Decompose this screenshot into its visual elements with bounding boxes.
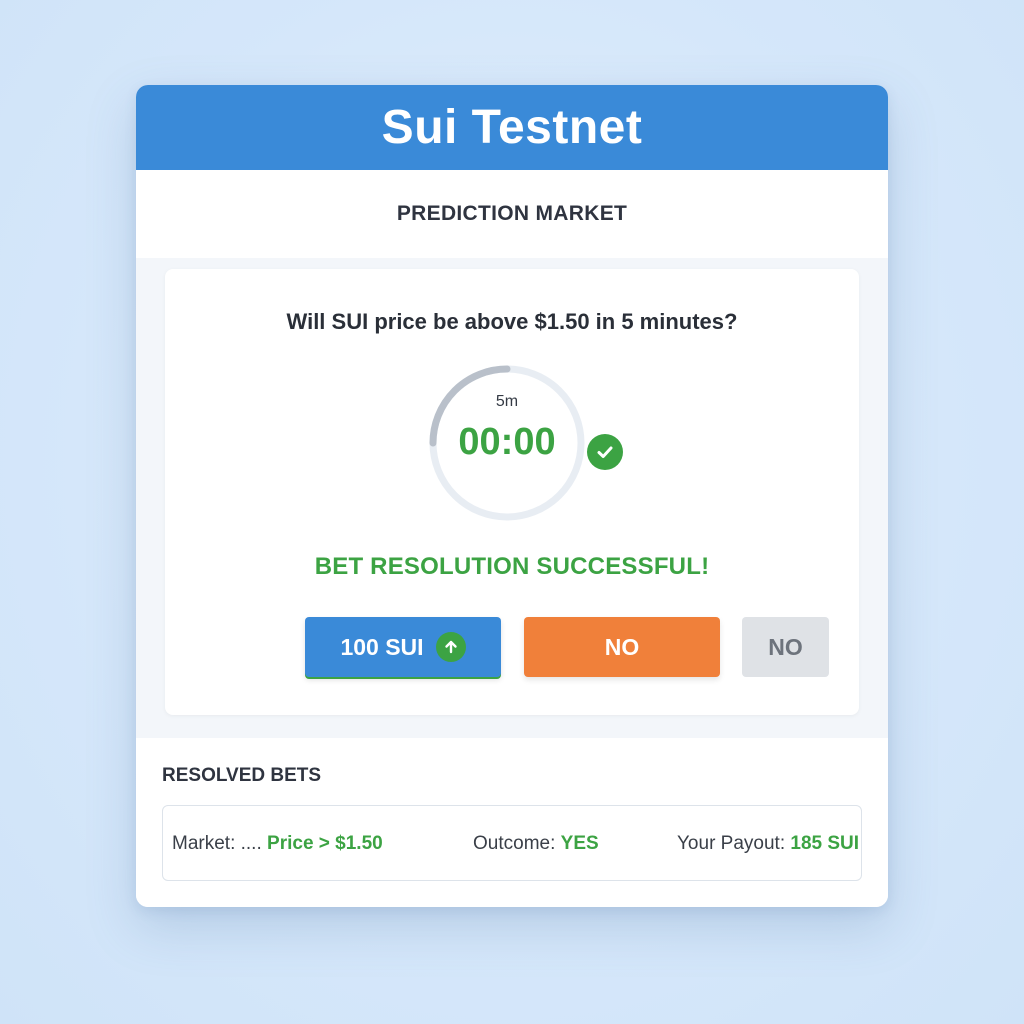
market-cell-value: Price > $1.50 [267, 833, 383, 854]
section-header: PREDICTION MARKET [136, 170, 888, 258]
outcome-cell: Outcome: YES [473, 833, 599, 855]
check-icon [587, 434, 623, 470]
resolved-bet-row[interactable]: Market: .... Price > $1.50 Outcome: YES … [162, 805, 862, 881]
outcome-cell-label: Outcome: [473, 833, 556, 854]
payout-cell-value: 185 SUI [790, 833, 860, 854]
arrow-up-icon [435, 632, 466, 662]
bet-no-disabled-button[interactable]: NO [742, 617, 829, 677]
timer-duration-label: 5m [495, 393, 519, 410]
timer-value: 00:00 [458, 421, 556, 463]
app-window: Sui Testnet PREDICTION MARKET Will SUI p… [136, 85, 888, 907]
bet-no-button[interactable]: NO [524, 617, 720, 677]
title-bar: Sui Testnet [136, 85, 888, 170]
payout-cell: Your Payout: 185 SUI [677, 833, 859, 855]
payout-cell-label: Your Payout: [677, 833, 786, 854]
resolved-bets-section: RESOLVED BETS Market: .... Price > $1.50… [136, 738, 888, 907]
bet-no-disabled-label: NO [768, 633, 803, 660]
market-cell: Market: .... Price > $1.50 [172, 833, 383, 855]
market-question: Will SUI price be above $1.50 in 5 minut… [286, 309, 738, 334]
market-area: Will SUI price be above $1.50 in 5 minut… [136, 258, 888, 738]
bet-yes-label: 100 SUI [340, 633, 424, 660]
market-card: Will SUI price be above $1.50 in 5 minut… [165, 269, 859, 715]
countdown-timer: 5m 00:00 [427, 363, 587, 523]
bet-no-label: NO [604, 633, 640, 660]
outcome-cell-value: YES [560, 833, 599, 854]
resolved-bets-title: RESOLVED BETS [162, 765, 322, 786]
market-cell-label: Market: .... [172, 833, 262, 854]
app-title: Sui Testnet [381, 101, 643, 154]
bet-yes-button[interactable]: 100 SUI [305, 617, 501, 677]
section-title: PREDICTION MARKET [396, 202, 628, 225]
resolution-status: BET RESOLUTION SUCCESSFUL! [314, 553, 710, 580]
